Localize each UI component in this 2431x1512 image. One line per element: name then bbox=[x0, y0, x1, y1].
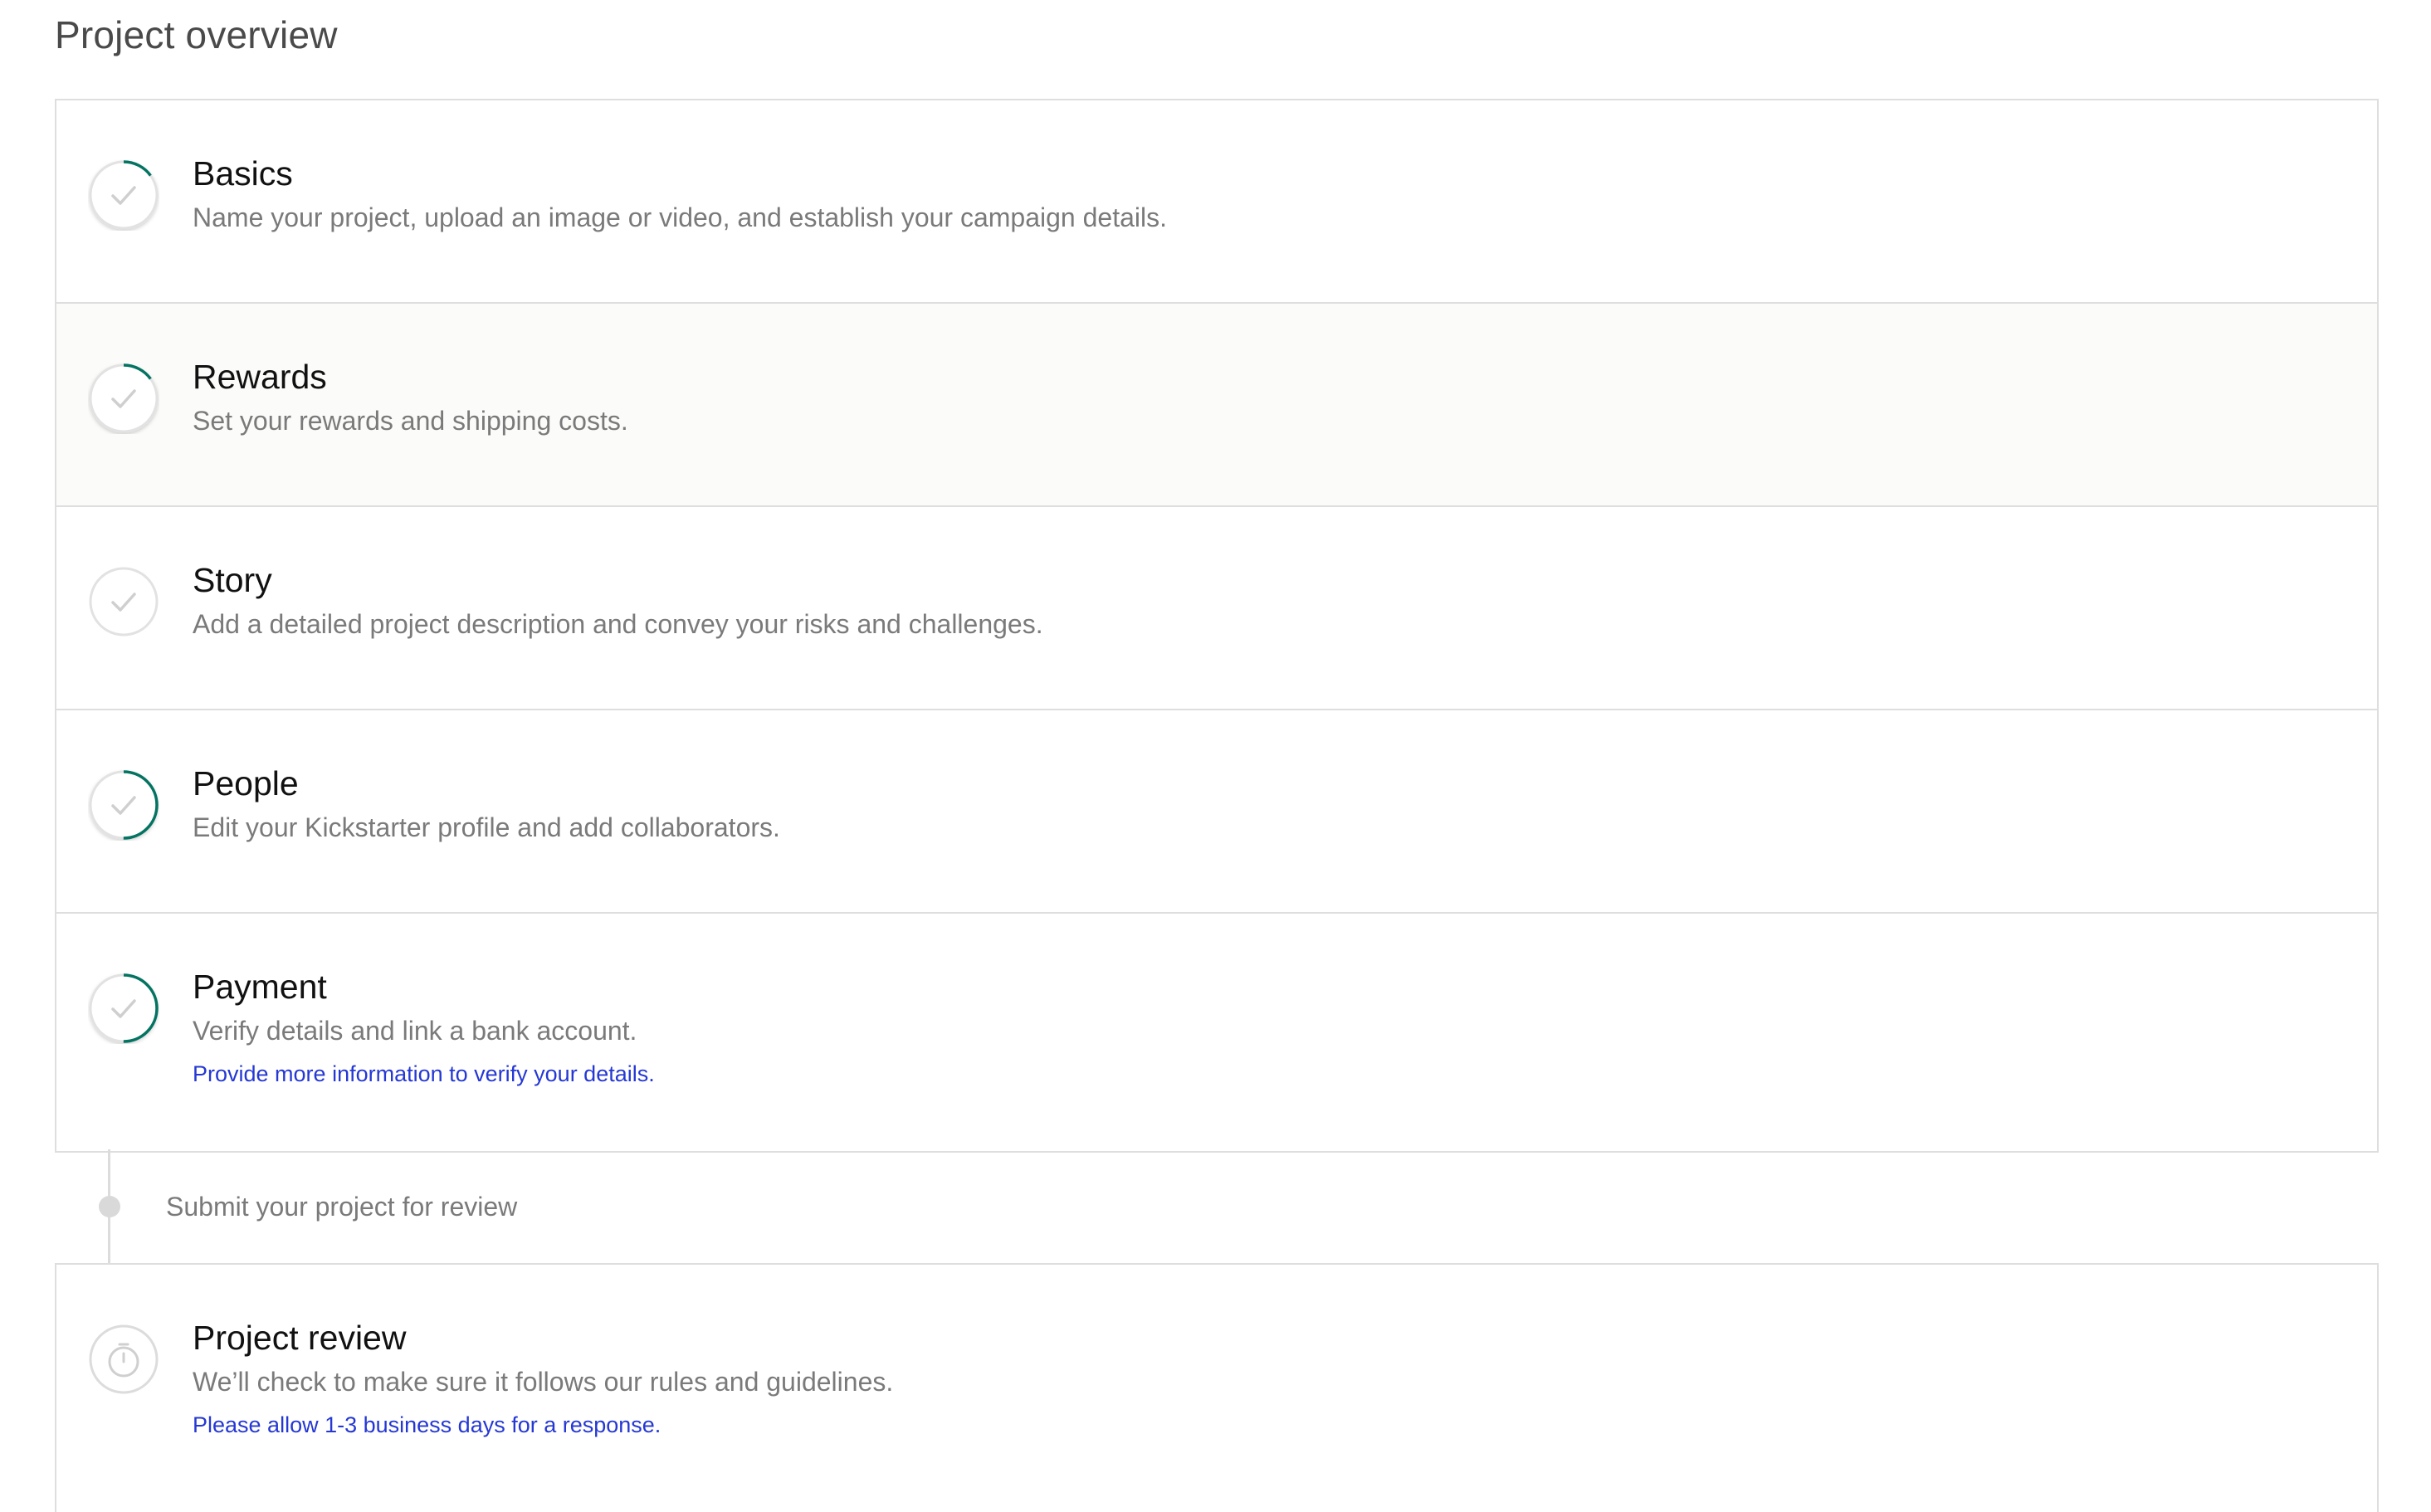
step-title: Payment bbox=[193, 968, 327, 1006]
progress-ring-track bbox=[89, 567, 159, 637]
step-people-text: People Edit your Kickstarter profile and… bbox=[193, 760, 2327, 848]
project-review-title: Project review bbox=[193, 1319, 407, 1357]
project-review-section: Project review We’ll check to make sure … bbox=[55, 1263, 2379, 1512]
step-basics[interactable]: Basics Name your project, upload an imag… bbox=[56, 100, 2377, 304]
step-title: Rewards bbox=[193, 358, 327, 396]
project-review-description: We’ll check to make sure it follows our … bbox=[193, 1367, 894, 1397]
step-description: Verify details and link a bank account. bbox=[193, 1016, 637, 1046]
check-circle-icon bbox=[88, 566, 159, 637]
page-title: Project overview bbox=[55, 13, 338, 56]
check-circle-icon bbox=[88, 973, 159, 1044]
timeline-dot bbox=[99, 1196, 120, 1217]
check-circle-icon bbox=[88, 159, 159, 231]
project-steps-list: Basics Name your project, upload an imag… bbox=[55, 99, 2379, 1153]
verify-details-link[interactable]: Provide more information to verify your … bbox=[193, 1051, 2327, 1096]
submit-for-review-row: Submit your project for review bbox=[55, 1149, 2379, 1263]
step-people[interactable]: People Edit your Kickstarter profile and… bbox=[56, 710, 2377, 914]
step-title: Story bbox=[193, 561, 272, 599]
step-description: Edit your Kickstarter profile and add co… bbox=[193, 812, 780, 842]
step-rewards-text: Rewards Set your rewards and shipping co… bbox=[193, 354, 2327, 441]
step-basics-text: Basics Name your project, upload an imag… bbox=[193, 150, 2327, 238]
step-story-text: Story Add a detailed project description… bbox=[193, 557, 2327, 645]
step-description: Name your project, upload an image or vi… bbox=[193, 202, 1167, 232]
step-description: Add a detailed project description and c… bbox=[193, 609, 1043, 639]
check-circle-icon bbox=[88, 363, 159, 434]
step-payment[interactable]: Payment Verify details and link a bank a… bbox=[56, 914, 2377, 1151]
project-review-text: Project review We’ll check to make sure … bbox=[193, 1314, 2327, 1447]
step-payment-text: Payment Verify details and link a bank a… bbox=[193, 963, 2327, 1096]
review-timing-note: Please allow 1-3 business days for a res… bbox=[193, 1412, 661, 1437]
step-title: Basics bbox=[193, 154, 293, 193]
step-story[interactable]: Story Add a detailed project description… bbox=[56, 507, 2377, 710]
submit-for-review-label: Submit your project for review bbox=[166, 1192, 518, 1222]
step-title: People bbox=[193, 764, 299, 802]
step-description: Set your rewards and shipping costs. bbox=[193, 406, 628, 436]
stopwatch-icon bbox=[88, 1324, 159, 1395]
step-rewards[interactable]: Rewards Set your rewards and shipping co… bbox=[56, 304, 2377, 507]
check-circle-icon bbox=[88, 769, 159, 841]
